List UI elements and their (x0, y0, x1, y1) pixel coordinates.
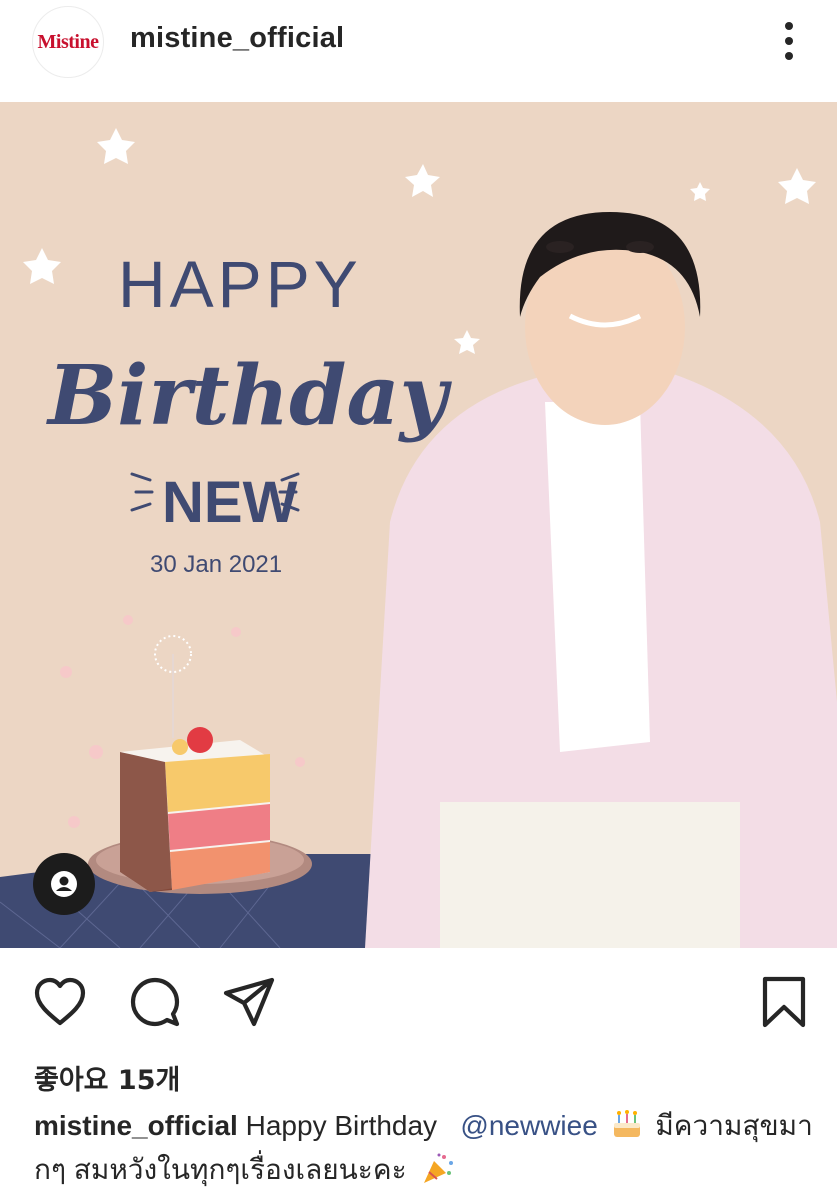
share-button[interactable] (221, 974, 277, 1030)
comment-icon (130, 977, 180, 1027)
birthday-name: NEW (162, 470, 298, 535)
greeting-line2: Birthday (46, 348, 453, 444)
save-button[interactable] (756, 974, 812, 1030)
post-caption: mistine_official Happy Birthday @newwiee… (34, 1104, 824, 1192)
brand-logo: Mistine (37, 30, 99, 53)
birthday-cake-icon (613, 1110, 640, 1137)
share-icon (223, 977, 275, 1027)
comment-button[interactable] (127, 974, 183, 1030)
more-options-icon[interactable] (772, 18, 806, 64)
like-count[interactable]: 좋아요 15개 (34, 1058, 180, 1097)
avatar[interactable]: Mistine (32, 6, 104, 78)
tagged-people-button[interactable] (33, 853, 95, 915)
like-button[interactable] (32, 974, 88, 1030)
caption-text: Happy Birthday (245, 1110, 438, 1141)
greeting-line1: HAPPY (118, 247, 362, 321)
username[interactable]: mistine_official (130, 22, 344, 55)
bookmark-icon (762, 976, 806, 1028)
birthday-graphic: HAPPY Birthday NEW 30 Jan 2021 (0, 102, 837, 948)
mention-link[interactable]: @newwiee (460, 1110, 597, 1141)
birthday-date: 30 Jan 2021 (150, 551, 282, 578)
post-header: Mistine mistine_official (0, 0, 837, 102)
heart-icon (34, 977, 86, 1026)
post-image[interactable]: HAPPY Birthday NEW 30 Jan 2021 (0, 102, 837, 948)
action-bar (0, 960, 837, 1044)
caption-username[interactable]: mistine_official (34, 1110, 238, 1141)
party-popper-icon (424, 1153, 454, 1183)
person-icon (51, 871, 77, 897)
